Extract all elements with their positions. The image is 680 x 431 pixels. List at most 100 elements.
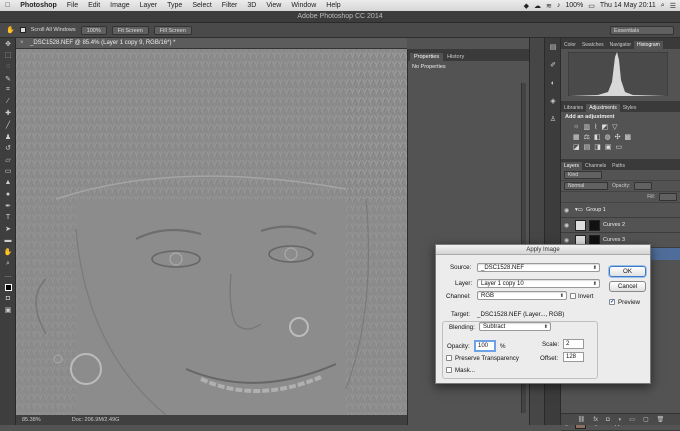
tab-adjustments[interactable]: Adjustments (586, 104, 620, 112)
battery-icon[interactable]: ▭ (588, 2, 595, 10)
menu-help[interactable]: Help (321, 2, 345, 9)
3d-panel-icon[interactable]: ◈ (545, 92, 561, 110)
tab-libraries[interactable]: Libraries (561, 104, 586, 112)
menu-file[interactable]: File (62, 2, 83, 9)
menu-app-name[interactable]: Photoshop (15, 2, 62, 9)
color-swatches-icon[interactable] (0, 281, 16, 293)
close-document-icon[interactable]: × (20, 38, 24, 49)
dodge-tool-icon[interactable]: ● (0, 189, 16, 201)
marquee-tool-icon[interactable]: ⬚ (0, 50, 16, 62)
lasso-tool-icon[interactable]: ◌ (0, 61, 16, 73)
extra-tools-icon[interactable]: … (0, 270, 16, 282)
clone-stamp-tool-icon[interactable]: ♟ (0, 131, 16, 143)
brush-panel-icon[interactable]: ✐ (545, 56, 561, 74)
scale-input[interactable]: 2 (563, 339, 584, 349)
pen-tool-icon[interactable]: ✒ (0, 200, 16, 212)
new-adjustment-icon[interactable]: ◑ (618, 417, 622, 423)
tab-histogram[interactable]: Histogram (634, 41, 663, 49)
layer-select[interactable]: Layer 1 copy 10 ⬍ (477, 279, 600, 288)
shape-tool-icon[interactable]: ▬ (0, 235, 16, 247)
path-select-tool-icon[interactable]: ➤ (0, 224, 16, 236)
black-white-icon[interactable]: ◧ (594, 133, 601, 141)
layer-row-curves2[interactable]: ◉ Curves 2 (561, 218, 680, 233)
color-lookup-icon[interactable]: ▩ (625, 133, 632, 141)
cancel-button[interactable]: Cancel (609, 281, 646, 292)
tab-color[interactable]: Color (561, 41, 579, 49)
invert-checkbox[interactable] (570, 293, 576, 299)
clock[interactable]: Thu 14 May 20:11 (600, 2, 656, 9)
selective-color-icon[interactable]: ▣ (605, 143, 612, 151)
ok-button[interactable]: OK (609, 266, 646, 277)
menu-filter[interactable]: Filter (217, 2, 243, 9)
move-tool-icon[interactable]: ✥ (0, 38, 16, 50)
link-layers-icon[interactable]: ⛓ (578, 416, 586, 423)
menu-window[interactable]: Window (286, 2, 321, 9)
zoom-100-button[interactable]: 100% (80, 25, 107, 35)
blend-mode-select[interactable]: Normal (564, 182, 608, 190)
tab-properties[interactable]: Properties (410, 53, 444, 61)
menu-layer[interactable]: Layer (135, 2, 163, 9)
spotlight-icon[interactable]: ⌕ (661, 2, 665, 10)
vibrance-icon[interactable]: ▽ (612, 123, 617, 131)
channel-select[interactable]: RGB ⬍ (477, 291, 567, 300)
tab-layers[interactable]: Layers (561, 162, 583, 170)
dropbox-icon[interactable]: ◆ (524, 2, 529, 10)
preserve-transparency-checkbox[interactable] (446, 355, 452, 361)
eyedropper-tool-icon[interactable]: ⁄ (0, 96, 16, 108)
color-balance-icon[interactable]: ⚖ (584, 133, 590, 141)
menu-image[interactable]: Image (105, 2, 134, 9)
gradient-tool-icon[interactable]: ▭ (0, 166, 16, 178)
adjustments-panel-icon[interactable]: ◐ (545, 74, 561, 92)
image-canvas[interactable] (16, 49, 407, 415)
brightness-icon[interactable]: ☼ (573, 123, 579, 131)
levels-icon[interactable]: ▥ (583, 123, 590, 131)
healing-tool-icon[interactable]: ✚ (0, 108, 16, 120)
tab-channels[interactable]: Channels (582, 162, 609, 170)
hand-tool-icon[interactable]: ✋ (6, 26, 15, 34)
notification-icon[interactable]: ☰ (670, 2, 676, 10)
hue-saturation-icon[interactable]: ▦ (573, 133, 580, 141)
apple-icon[interactable]:  (0, 2, 15, 9)
workspace-select[interactable]: Essentials (610, 26, 674, 35)
menu-type[interactable]: Type (162, 2, 187, 9)
fit-screen-button[interactable]: Fit Screen (111, 25, 149, 35)
visibility-eye-icon[interactable]: ◉ (564, 237, 572, 244)
visibility-eye-icon[interactable]: ◉ (564, 222, 572, 229)
quick-mask-icon[interactable]: ◘ (0, 293, 16, 305)
new-layer-icon[interactable]: ▢ (643, 416, 649, 423)
history-panel-icon[interactable]: ▤ (545, 38, 561, 56)
new-group-icon[interactable]: ▭ (629, 416, 635, 423)
volume-icon[interactable]: ♪ (557, 2, 561, 9)
tab-paths[interactable]: Paths (609, 162, 628, 170)
history-brush-tool-icon[interactable]: ↺ (0, 142, 16, 154)
brush-tool-icon[interactable]: ╱ (0, 119, 16, 131)
fill-field[interactable] (659, 193, 677, 201)
screen-mode-icon[interactable]: ▣ (0, 305, 16, 317)
menu-select[interactable]: Select (187, 2, 216, 9)
source-select[interactable]: _DSC1528.NEF ⬍ (477, 263, 600, 272)
delete-layer-icon[interactable]: 🗑 (657, 416, 665, 423)
curves-icon[interactable]: ⌇ (594, 123, 597, 131)
zoom-tool-icon[interactable]: ⌕ (0, 258, 16, 270)
tab-styles[interactable]: Styles (620, 104, 640, 112)
exposure-icon[interactable]: ◩ (601, 123, 608, 131)
type-tool-icon[interactable]: T (0, 212, 16, 224)
opacity-input[interactable]: 100 (474, 340, 496, 352)
fill-screen-button[interactable]: Fill Screen (153, 25, 192, 35)
blur-tool-icon[interactable]: ▲ (0, 177, 16, 189)
channel-mixer-icon[interactable]: ✣ (615, 133, 621, 141)
preview-checkbox[interactable] (609, 298, 615, 305)
fx-icon[interactable]: fx (593, 417, 598, 423)
scroll-all-windows-checkbox[interactable] (19, 27, 26, 33)
tab-swatches[interactable]: Swatches (579, 41, 607, 49)
threshold-icon[interactable]: ◨ (594, 143, 601, 151)
invert-icon[interactable]: ◪ (573, 143, 580, 151)
crop-tool-icon[interactable]: ⌗ (0, 84, 16, 96)
opacity-field[interactable] (634, 182, 653, 190)
gradient-map-icon[interactable]: ▭ (616, 143, 623, 151)
tab-navigator[interactable]: Navigator (607, 41, 634, 49)
zoom-level[interactable]: 85.38% (22, 417, 41, 423)
offset-input[interactable]: 128 (563, 352, 584, 362)
mask-checkbox[interactable] (446, 367, 452, 373)
menu-view[interactable]: View (261, 2, 286, 9)
